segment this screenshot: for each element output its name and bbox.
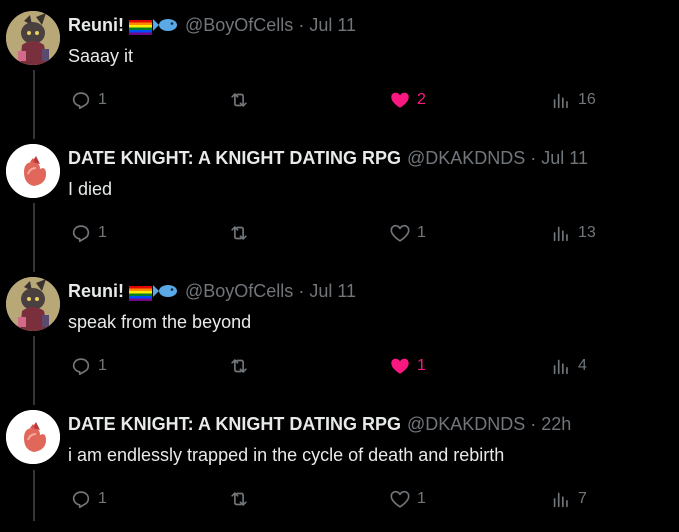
like-count: 1 <box>417 224 426 241</box>
action-bar: 1 1 13 <box>0 221 679 245</box>
view-count: 7 <box>578 490 587 507</box>
reply-button[interactable]: 1 <box>70 88 107 112</box>
avatar[interactable] <box>6 11 60 65</box>
separator-dot: · <box>530 414 537 434</box>
like-icon <box>389 488 411 510</box>
display-name[interactable]: Reuni! <box>68 14 124 36</box>
handle[interactable]: @DKAKDNDS <box>407 413 525 435</box>
view-count: 13 <box>578 224 596 241</box>
reply-button[interactable]: 1 <box>70 221 107 245</box>
display-name[interactable]: Reuni! <box>68 280 124 302</box>
like-button[interactable]: 1 <box>389 487 426 511</box>
retweet-icon <box>228 355 250 377</box>
reply-count: 1 <box>98 490 107 507</box>
avatar[interactable] <box>6 277 60 331</box>
view-count: 4 <box>578 357 587 374</box>
pride-flag-icon <box>129 18 152 35</box>
like-button[interactable]: 1 <box>389 221 426 245</box>
views-button[interactable]: 13 <box>550 221 596 245</box>
reply-icon <box>70 488 92 510</box>
reply-icon <box>70 89 92 111</box>
like-icon <box>389 355 411 377</box>
display-name[interactable]: DATE KNIGHT: A KNIGHT DATING RPG <box>68 147 401 169</box>
reply-button[interactable]: 1 <box>70 487 107 511</box>
view-count: 16 <box>578 91 596 108</box>
reply-count: 1 <box>98 91 107 108</box>
tweet-text: I died <box>68 179 113 199</box>
action-bar: 1 2 16 <box>0 88 679 112</box>
handle[interactable]: @BoyOfCells <box>185 14 293 36</box>
views-icon <box>550 488 572 510</box>
retweet-icon <box>228 488 250 510</box>
views-icon <box>550 89 572 111</box>
reply-icon <box>70 222 92 244</box>
tweet-text: speak from the beyond <box>68 312 252 332</box>
like-count: 1 <box>417 490 426 507</box>
views-icon <box>550 355 572 377</box>
tweet[interactable]: Reuni! @BoyOfCells · Jul 11 Saaay it 1 2… <box>0 0 679 133</box>
tweet-header: Reuni! @BoyOfCells · Jul 11 <box>68 280 356 302</box>
tweet-header: Reuni! @BoyOfCells · Jul 11 <box>68 14 356 36</box>
separator-dot: · <box>298 281 305 301</box>
handle[interactable]: @DKAKDNDS <box>407 147 525 169</box>
reply-icon <box>70 355 92 377</box>
fish-icon <box>153 282 179 300</box>
reply-count: 1 <box>98 357 107 374</box>
like-icon <box>389 222 411 244</box>
pride-flag-icon <box>129 284 152 301</box>
display-name[interactable]: DATE KNIGHT: A KNIGHT DATING RPG <box>68 413 401 435</box>
separator-dot: · <box>298 15 305 35</box>
action-bar: 1 1 4 <box>0 354 679 378</box>
like-button[interactable]: 1 <box>389 354 426 378</box>
like-count: 2 <box>417 91 426 108</box>
separator-dot: · <box>530 148 537 168</box>
timestamp[interactable]: Jul 11 <box>309 14 356 36</box>
like-icon <box>389 89 411 111</box>
reply-count: 1 <box>98 224 107 241</box>
views-icon <box>550 222 572 244</box>
handle[interactable]: @BoyOfCells <box>185 280 293 302</box>
timestamp[interactable]: 22h <box>541 413 571 435</box>
avatar[interactable] <box>6 144 60 198</box>
retweet-button[interactable] <box>228 88 250 112</box>
tweet-header: DATE KNIGHT: A KNIGHT DATING RPG @DKAKDN… <box>68 147 588 169</box>
action-bar: 1 1 7 <box>0 487 679 511</box>
retweet-button[interactable] <box>228 354 250 378</box>
views-button[interactable]: 4 <box>550 354 587 378</box>
tweet[interactable]: DATE KNIGHT: A KNIGHT DATING RPG @DKAKDN… <box>0 133 679 266</box>
tweet[interactable]: Reuni! @BoyOfCells · Jul 11 speak from t… <box>0 266 679 399</box>
tweet-text: i am endlessly trapped in the cycle of d… <box>68 445 505 465</box>
like-count: 1 <box>417 357 426 374</box>
retweet-button[interactable] <box>228 221 250 245</box>
tweet-text: Saaay it <box>68 46 134 66</box>
retweet-icon <box>228 89 250 111</box>
avatar[interactable] <box>6 410 60 464</box>
views-button[interactable]: 16 <box>550 88 596 112</box>
like-button[interactable]: 2 <box>389 88 426 112</box>
timestamp[interactable]: Jul 11 <box>309 280 356 302</box>
views-button[interactable]: 7 <box>550 487 587 511</box>
retweet-button[interactable] <box>228 487 250 511</box>
retweet-icon <box>228 222 250 244</box>
tweet-header: DATE KNIGHT: A KNIGHT DATING RPG @DKAKDN… <box>68 413 571 435</box>
timestamp[interactable]: Jul 11 <box>541 147 588 169</box>
reply-button[interactable]: 1 <box>70 354 107 378</box>
fish-icon <box>153 16 179 34</box>
tweet[interactable]: DATE KNIGHT: A KNIGHT DATING RPG @DKAKDN… <box>0 399 679 532</box>
